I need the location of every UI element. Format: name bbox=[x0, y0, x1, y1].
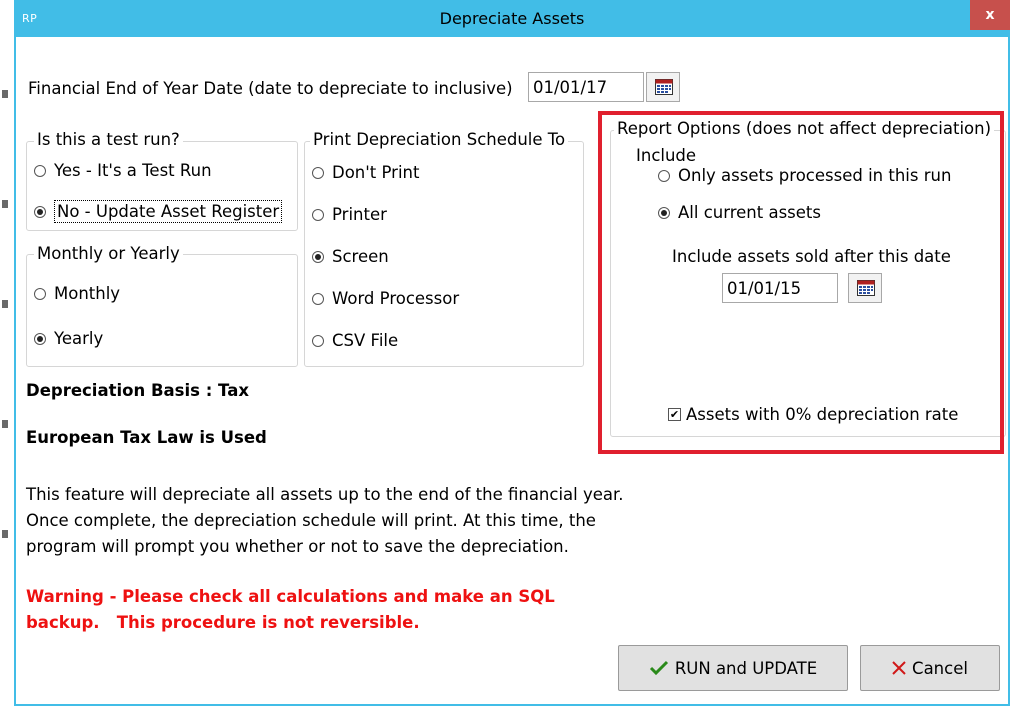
fy-calendar-button[interactable] bbox=[646, 72, 680, 102]
calendar-icon bbox=[655, 79, 673, 95]
radio-word-processor[interactable]: Word Processor bbox=[312, 289, 459, 308]
radio-csv-file[interactable]: CSV File bbox=[312, 331, 398, 350]
radio-label: Yearly bbox=[54, 329, 104, 348]
radio-selected-icon bbox=[34, 332, 46, 345]
background-artifact bbox=[2, 90, 8, 98]
radio-icon bbox=[312, 334, 324, 347]
fy-date-input[interactable]: 01/01/17 bbox=[528, 72, 644, 102]
report-options-highlight bbox=[598, 111, 1004, 454]
radio-label: No - Update Asset Register bbox=[54, 200, 283, 223]
window-title: Depreciate Assets bbox=[439, 9, 585, 28]
warning-text: Warning - Please check all calculations … bbox=[26, 587, 555, 632]
tax-law-text: European Tax Law is Used bbox=[26, 428, 267, 447]
cancel-button-label: Cancel bbox=[912, 658, 968, 678]
background-window bbox=[0, 0, 14, 706]
background-artifact bbox=[2, 420, 8, 428]
radio-icon bbox=[34, 164, 46, 177]
radio-monthly[interactable]: Monthly bbox=[34, 284, 120, 303]
radio-label: Yes - It's a Test Run bbox=[54, 161, 212, 180]
radio-label: Monthly bbox=[54, 284, 121, 303]
radio-selected-icon bbox=[312, 250, 324, 263]
radio-test-run-yes[interactable]: Yes - It's a Test Run bbox=[34, 161, 212, 180]
print-to-legend: Print Depreciation Schedule To bbox=[310, 130, 569, 149]
x-icon bbox=[892, 661, 906, 675]
radio-selected-icon bbox=[34, 205, 46, 218]
radio-icon bbox=[312, 292, 324, 305]
depreciation-basis-text: Depreciation Basis : Tax bbox=[26, 381, 249, 400]
run-and-update-button[interactable]: RUN and UPDATE bbox=[618, 645, 848, 691]
radio-screen[interactable]: Screen bbox=[312, 247, 389, 266]
radio-icon bbox=[34, 287, 46, 300]
radio-test-run-no[interactable]: No - Update Asset Register bbox=[34, 200, 283, 223]
radio-icon bbox=[312, 166, 324, 179]
fy-date-label: Financial End of Year Date (date to depr… bbox=[28, 79, 513, 98]
cancel-button[interactable]: Cancel bbox=[860, 645, 1000, 691]
background-artifact bbox=[2, 530, 8, 538]
radio-label: Screen bbox=[332, 247, 389, 266]
description-paragraph: This feature will depreciate all assets … bbox=[26, 485, 624, 556]
radio-icon bbox=[312, 208, 324, 221]
radio-printer[interactable]: Printer bbox=[312, 205, 387, 224]
radio-dont-print[interactable]: Don't Print bbox=[312, 163, 419, 182]
background-artifact bbox=[2, 200, 8, 208]
period-group bbox=[26, 254, 298, 367]
radio-yearly[interactable]: Yearly bbox=[34, 329, 103, 348]
radio-label: Don't Print bbox=[332, 163, 420, 182]
period-legend: Monthly or Yearly bbox=[34, 244, 183, 263]
radio-label: CSV File bbox=[332, 331, 399, 350]
close-button[interactable]: x bbox=[970, 0, 1010, 30]
radio-label: Printer bbox=[332, 205, 387, 224]
run-button-label: RUN and UPDATE bbox=[674, 658, 818, 678]
checkmark-icon bbox=[649, 660, 668, 676]
radio-label: Word Processor bbox=[332, 289, 460, 308]
background-artifact bbox=[2, 300, 8, 308]
test-run-legend: Is this a test run? bbox=[34, 130, 183, 149]
title-bar[interactable]: RP Depreciate Assets x bbox=[14, 0, 1010, 37]
